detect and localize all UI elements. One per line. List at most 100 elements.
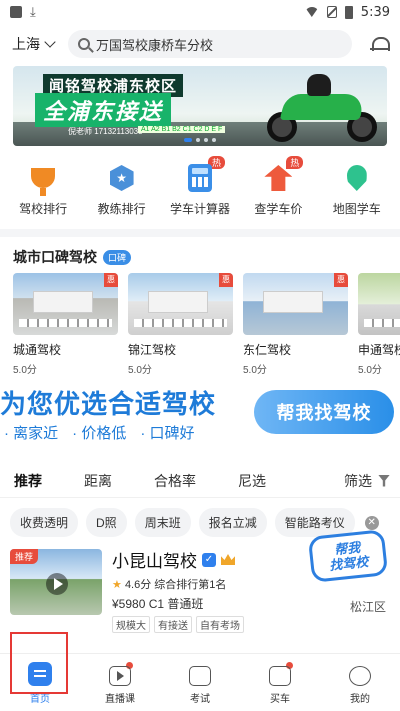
filter-chips: 收费透明 D照 周末班 报名立减 智能路考仪 ✕ xyxy=(0,498,400,537)
clock: 5:39 xyxy=(360,4,390,20)
chip-weekend[interactable]: 周末班 xyxy=(134,508,191,537)
school-card[interactable]: 申通驾校 5.0分 xyxy=(358,273,400,376)
download-icon: ⤓ xyxy=(30,4,36,19)
find-school-button[interactable]: 帮我找驾校 xyxy=(254,390,394,434)
school-score: 5.0分 xyxy=(13,365,37,376)
quick-nav-coach-ranking[interactable]: ★ 教练排行 xyxy=(84,162,160,217)
trophy-icon xyxy=(31,168,56,196)
filter-label: 筛选 xyxy=(344,472,372,489)
nav-home[interactable]: 首页 xyxy=(0,654,80,711)
school-score: 5.0分 xyxy=(243,365,267,376)
promo-tag: · 价格低 xyxy=(72,425,127,442)
find-school-promo: 为您优选合适驾校 · 离家近 · 价格低 · 口碑好 帮我找驾校 xyxy=(0,382,400,454)
listing-district: 松江区 xyxy=(349,600,386,614)
app-screen: ⤓ 5:39 上海 万国驾校康桥车分校 闻铭驾校浦东校区 全浦东接送 倪老师 1… xyxy=(0,0,400,711)
banner-codes: A1 A2 B1 B2 C1 C2 D E F xyxy=(138,126,226,133)
coach-badge-icon: ★ xyxy=(109,165,134,191)
recommend-tag: 推荐 xyxy=(10,549,39,564)
bottom-nav: 首页 直播课 考试 买车 我的 xyxy=(0,653,400,711)
school-card[interactable]: 惠 锦江驾校 5.0分 xyxy=(128,273,233,376)
promo-title: 为您优选合适驾校 xyxy=(0,389,217,419)
reputation-header: 城市口碑驾校 口碑 xyxy=(0,237,400,273)
school-photo xyxy=(358,273,400,335)
bell-icon[interactable] xyxy=(370,35,390,53)
filter-button[interactable]: 筛选 xyxy=(344,471,390,491)
quick-nav-school-ranking[interactable]: 驾校排行 xyxy=(5,162,81,217)
listing-video-thumb[interactable]: 推荐 xyxy=(10,549,102,615)
school-photo: 惠 xyxy=(128,273,233,335)
reputation-badge: 口碑 xyxy=(103,249,132,265)
school-name: 东仁驾校 xyxy=(243,343,292,357)
listing-name: 小昆山驾校 xyxy=(112,552,197,571)
chevron-down-icon xyxy=(44,36,56,48)
quick-nav-price[interactable]: 热 查学车价 xyxy=(240,156,316,217)
quick-nav-label: 教练排行 xyxy=(97,202,146,216)
tab-recommend[interactable]: 推荐 xyxy=(14,471,42,491)
quick-nav-label: 学车计算器 xyxy=(169,202,230,216)
price-car-icon xyxy=(264,165,293,191)
nav-label: 考试 xyxy=(190,694,210,705)
listing-tag: 自有考场 xyxy=(196,616,244,633)
home-icon xyxy=(28,662,52,686)
chip-d-license[interactable]: D照 xyxy=(86,508,127,537)
quick-nav-label: 驾校排行 xyxy=(19,202,68,216)
nav-label: 直播课 xyxy=(105,694,135,705)
tab-pass-rate[interactable]: 合格率 xyxy=(154,471,196,491)
rank-text: 综合排行第1名 xyxy=(154,579,227,591)
nav-live[interactable]: 直播课 xyxy=(80,654,160,711)
promo-banner[interactable]: 闻铭驾校浦东校区 全浦东接送 倪老师 17132113035 A1 A2 B1 … xyxy=(13,66,387,146)
close-icon[interactable]: ✕ xyxy=(364,515,379,530)
chip-transparent-fee[interactable]: 收费透明 xyxy=(10,508,79,537)
school-listing[interactable]: 推荐 小昆山驾校 ✓ ★ 4.6分 综合排行第1名 ¥5980 C1 普通班 规… xyxy=(0,529,400,637)
float-badge-line: 找驾校 xyxy=(328,553,369,573)
tab-other[interactable]: 尼选 xyxy=(238,471,266,491)
banner-pager xyxy=(184,138,216,142)
search-icon xyxy=(78,38,90,50)
school-photo: 惠 xyxy=(243,273,348,335)
no-sim-icon xyxy=(326,6,337,18)
nav-profile[interactable]: 我的 xyxy=(320,654,400,711)
chip-discount[interactable]: 报名立减 xyxy=(198,508,267,537)
banner-contact: 倪老师 17132113035 xyxy=(68,127,143,136)
school-card[interactable]: 惠 东仁驾校 5.0分 xyxy=(243,273,348,376)
search-text: 万国驾校康桥车分校 xyxy=(96,37,214,53)
quick-nav-label: 地图学车 xyxy=(332,202,381,216)
search-input[interactable]: 万国驾校康桥车分校 xyxy=(68,30,352,58)
tab-distance[interactable]: 距离 xyxy=(84,471,112,491)
school-photo: 惠 xyxy=(13,273,118,335)
nav-exam[interactable]: 考试 xyxy=(160,654,240,711)
school-name: 申通驾校 xyxy=(358,343,400,357)
quick-nav-map[interactable]: 地图学车 xyxy=(319,162,395,217)
status-bar: ⤓ 5:39 xyxy=(0,0,400,24)
school-card[interactable]: 惠 城通驾校 5.0分 xyxy=(13,273,118,376)
play-icon xyxy=(46,573,68,595)
listing-tag: 有接送 xyxy=(154,616,192,633)
find-school-float-button[interactable]: 帮我 找驾校 xyxy=(307,529,389,587)
nav-buy-car[interactable]: 买车 xyxy=(240,654,320,711)
header: 上海 万国驾校康桥车分校 xyxy=(0,24,400,64)
promo-tags: · 离家近 · 价格低 · 口碑好 xyxy=(4,422,195,443)
school-name: 城通驾校 xyxy=(13,343,62,357)
listing-tag: 规模大 xyxy=(112,616,150,633)
nav-label: 我的 xyxy=(350,694,370,705)
school-score: 5.0分 xyxy=(358,365,382,376)
promo-tag: · 口碑好 xyxy=(140,425,195,442)
section-divider xyxy=(0,229,400,237)
listing-price: ¥5980 C1 普通班 xyxy=(112,597,204,611)
crown-icon xyxy=(221,554,235,565)
school-name: 锦江驾校 xyxy=(128,343,177,357)
profile-icon xyxy=(349,666,371,686)
verified-icon: ✓ xyxy=(202,552,216,567)
quick-nav-calculator[interactable]: 热 学车计算器 xyxy=(162,156,238,217)
rating-value: 4.6分 xyxy=(124,579,152,591)
motorcycle-image xyxy=(267,74,377,142)
city-selector[interactable]: 上海 xyxy=(12,34,56,54)
star-icon: ★ xyxy=(112,579,122,591)
battery-icon xyxy=(344,5,353,19)
calculator-icon xyxy=(187,164,212,192)
promo-tag: · 离家近 xyxy=(4,425,59,442)
school-carousel[interactable]: 惠 城通驾校 5.0分 惠 锦江驾校 5.0分 惠 东仁驾校 5.0分 申通驾校… xyxy=(0,273,400,376)
car-icon xyxy=(269,666,291,686)
quick-nav: 驾校排行 ★ 教练排行 热 学车计算器 热 查学车价 地图学车 xyxy=(0,156,400,217)
wifi-icon xyxy=(304,7,319,17)
